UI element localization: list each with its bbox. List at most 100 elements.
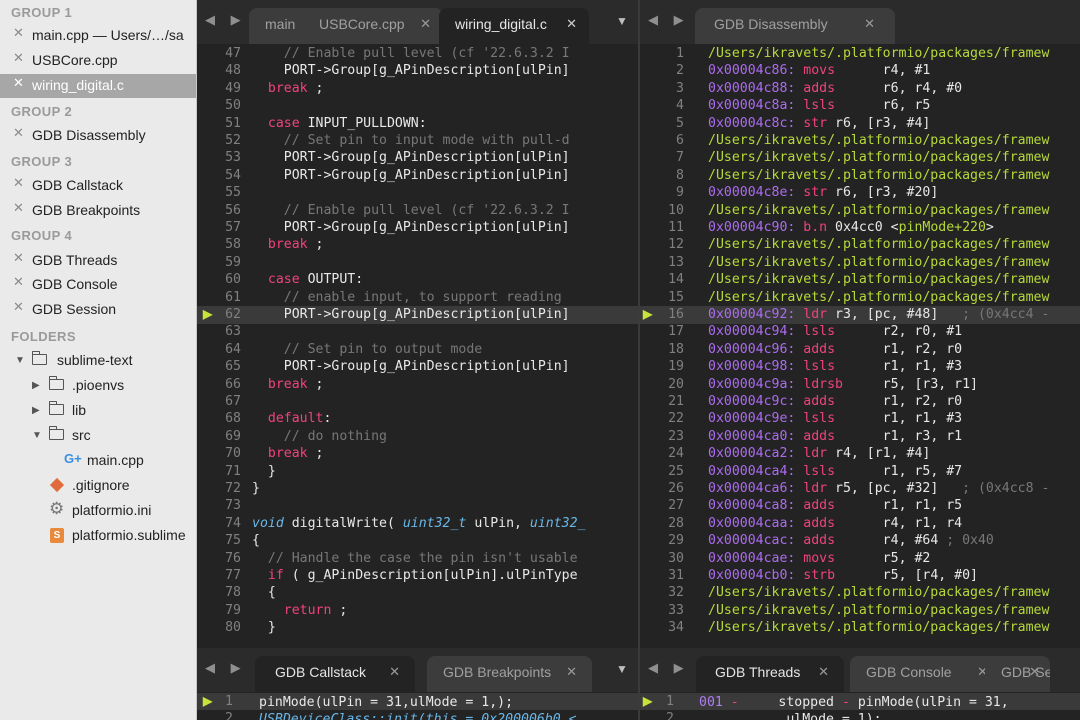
tree-label: .gitignore <box>72 477 130 493</box>
code-line: pinMode(ulPin = 31,ulMode = 1,); <box>259 694 513 711</box>
folder-icon <box>48 401 64 415</box>
tree-folder-pioenvs[interactable]: ▶ .pioenvs <box>0 374 196 398</box>
code-token: movs <box>795 63 836 79</box>
tab-nav-arrows-icon[interactable]: ◀ ▶ <box>205 12 247 28</box>
code-token: r1, r3, r1 <box>835 428 963 444</box>
close-icon[interactable]: ✕ <box>13 175 24 191</box>
close-icon[interactable]: ✕ <box>13 50 24 66</box>
line-number: 80 <box>225 620 241 636</box>
close-icon[interactable]: ✕ <box>566 8 577 40</box>
line-number: 27 <box>668 498 684 514</box>
code-line: /Users/ikravets/.platformio/packages/fra… <box>708 271 1049 288</box>
open-file-gdb-breakpoints[interactable]: ✕ GDB Breakpoints <box>0 199 196 223</box>
tree-folder-sublime-text[interactable]: ▼ sublime-text <box>0 349 196 373</box>
right-editor[interactable]: ▶ 1 2 3 4 5 6 7 8 9 10 11 12 13 14 15 16 17 18 19 20 21 22 23 2… <box>640 44 1080 648</box>
close-icon[interactable]: ✕ <box>389 656 400 688</box>
code-token: /Users/ikravets/.platformio/packages/fra… <box>708 272 1050 288</box>
tab-label: GDB Se <box>1001 664 1050 680</box>
open-file-wiring-digital[interactable]: ✕ wiring_digital.c <box>0 74 196 98</box>
gdb-callstack-pane[interactable]: ▶ 1 2 pinMode(ulPin = 31,ulMode = 1,); US… <box>197 692 638 720</box>
code-line: 0x00004c8c: str r6, [r3, #4] <box>708 115 930 132</box>
line-number: 4 <box>676 98 684 114</box>
code-token: 0x00004cac: <box>708 533 796 549</box>
open-file-main-cpp[interactable]: ✕ main.cpp — Users/…/sa <box>0 24 196 48</box>
tab-wiring-digital[interactable]: wiring_digital.c ✕ <box>439 8 589 44</box>
close-icon[interactable]: ✕ <box>13 125 24 141</box>
close-icon[interactable]: ✕ <box>13 25 24 41</box>
close-icon[interactable]: ✕ <box>13 75 24 91</box>
tab-label: GDB Disassembly <box>714 16 828 32</box>
tab-gdb-session[interactable]: GDB Se ✕ <box>985 656 1050 692</box>
close-icon[interactable]: ✕ <box>566 656 577 688</box>
tab-nav-arrows-icon[interactable]: ◀ ▶ <box>648 12 690 28</box>
tree-file-main-cpp[interactable]: G+ main.cpp <box>0 449 196 473</box>
tab-gdb-breakpoints[interactable]: GDB Breakpoints ✕ <box>427 656 592 692</box>
line-number: 18 <box>668 341 684 357</box>
cpp-file-icon: G+ <box>64 451 82 466</box>
code-token: ldr <box>795 307 828 322</box>
line-number: 19 <box>668 359 684 375</box>
left-editor[interactable]: ▶ 47 48 49 50 51 52 53 54 55 56 57 58 59 60 61 62 63 64 65… <box>197 44 638 648</box>
code-token: 0x00004c8c: <box>708 115 796 131</box>
chevron-down-icon[interactable]: ▼ <box>32 430 42 441</box>
code-line: /Users/ikravets/.platformio/packages/fra… <box>708 45 1049 62</box>
tab-nav-arrows-icon[interactable]: ◀ ▶ <box>205 660 247 676</box>
code-token: ; <box>307 80 324 96</box>
code-token: adds <box>795 498 836 514</box>
line-number: 77 <box>225 568 241 583</box>
code-line: // Enable pull level (cf '22.6.3.2 I <box>252 202 570 219</box>
code-line: // Enable pull level (cf '22.6.3.2 I <box>252 45 570 62</box>
debug-pointer-icon: ▶ <box>643 694 653 708</box>
open-file-label: GDB Breakpoints <box>32 202 141 218</box>
code-token: pinMode+220 <box>898 220 986 235</box>
chevron-right-icon[interactable]: ▶ <box>32 380 40 391</box>
close-icon[interactable]: ✕ <box>13 200 24 216</box>
open-file-gdb-threads[interactable]: ✕ GDB Threads <box>0 249 196 273</box>
close-icon[interactable]: ✕ <box>13 274 24 290</box>
tab-nav-arrows-icon[interactable]: ◀ ▶ <box>648 660 690 676</box>
line-number: 15 <box>668 289 684 305</box>
line-number: 78 <box>225 585 241 601</box>
close-icon[interactable]: ✕ <box>1029 656 1040 688</box>
close-icon[interactable]: ✕ <box>818 656 829 688</box>
tree-file-platformio-ini[interactable]: ⚙ platformio.ini <box>0 499 196 523</box>
close-icon[interactable]: ✕ <box>13 250 24 266</box>
chevron-down-icon[interactable]: ▼ <box>15 355 25 366</box>
code-token: pinMode(ulPin = 31, <box>849 695 1009 710</box>
tab-gdb-threads[interactable]: GDB Threads ✕ <box>696 656 844 692</box>
close-icon[interactable]: ✕ <box>420 8 431 40</box>
tree-folder-lib[interactable]: ▶ lib <box>0 399 196 423</box>
tab-usbcore[interactable]: USBCore.cpp ✕ <box>303 8 443 44</box>
tab-gdb-callstack[interactable]: GDB Callstack ✕ <box>255 656 415 692</box>
gdb-threads-pane[interactable]: ▶ 1 2 001 - stopped - pinMode(ulPin = 31… <box>640 692 1080 720</box>
tab-gdb-console[interactable]: GDB Console ✕ <box>850 656 1000 692</box>
code-line: PORT->Group[g_APinDescription[ulPin] <box>252 306 570 323</box>
open-file-gdb-console[interactable]: ✕ GDB Console <box>0 273 196 297</box>
line-number: 47 <box>225 46 241 61</box>
line-number: 26 <box>668 481 684 496</box>
code-token: 0x00004c94: <box>708 324 796 340</box>
code-token: : <box>323 411 332 427</box>
tree-file-platformio-sublime[interactable]: S platformio.sublime <box>0 524 196 548</box>
open-file-gdb-callstack[interactable]: ✕ GDB Callstack <box>0 174 196 198</box>
code-token: { <box>252 585 276 601</box>
code-token: 0x00004c90: <box>708 220 796 235</box>
close-icon[interactable]: ✕ <box>864 8 875 40</box>
code-token: - <box>841 695 850 710</box>
code-token: ; <box>331 602 348 618</box>
close-icon[interactable]: ✕ <box>13 299 24 315</box>
tree-folder-src[interactable]: ▼ src <box>0 424 196 448</box>
line-number: 53 <box>225 150 241 166</box>
chevron-right-icon[interactable]: ▶ <box>32 405 40 416</box>
code-token: > <box>985 220 994 235</box>
code-token: // do nothing <box>252 428 387 444</box>
open-file-gdb-session[interactable]: ✕ GDB Session <box>0 298 196 322</box>
tab-dropdown-icon[interactable]: ▼ <box>616 662 628 676</box>
open-file-usbcore[interactable]: ✕ USBCore.cpp <box>0 49 196 73</box>
tree-file-gitignore[interactable]: .gitignore <box>0 474 196 498</box>
tab-gdb-disassembly[interactable]: GDB Disassembly ✕ <box>695 8 895 44</box>
line-number: 32 <box>668 585 684 601</box>
tab-dropdown-icon[interactable]: ▼ <box>616 14 628 28</box>
open-file-gdb-disassembly[interactable]: ✕ GDB Disassembly <box>0 124 196 148</box>
code-line: /Users/ikravets/.platformio/packages/fra… <box>708 167 1049 184</box>
